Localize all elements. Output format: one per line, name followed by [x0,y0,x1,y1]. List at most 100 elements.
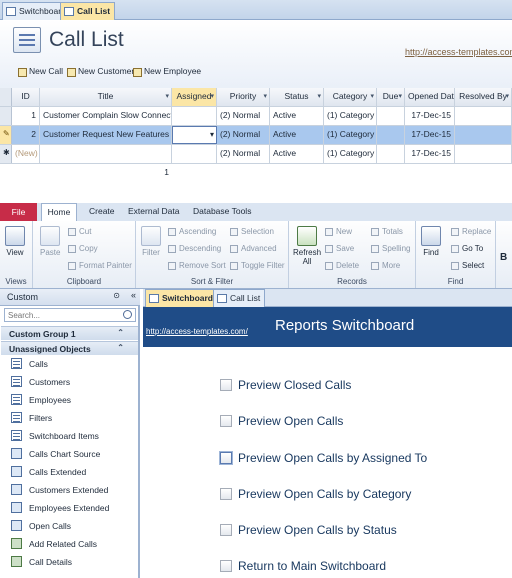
nav-item-customers[interactable]: Customers [0,373,138,391]
collapse-icon[interactable]: « [131,290,136,300]
chevron-down-icon[interactable]: ▾ [263,92,267,100]
new-record-icon[interactable]: ✱ [0,145,12,163]
column-header-id[interactable]: ID [12,88,40,106]
cell-priority[interactable]: (2) Normal [217,107,270,125]
cut-button[interactable]: Cut [68,227,91,236]
chevron-down-icon[interactable]: ▾ [210,92,214,100]
refresh-all-button[interactable]: Refresh All [293,226,321,266]
nav-item-filters[interactable]: Filters [0,409,138,427]
paste-button[interactable]: Paste [40,226,60,257]
save-button[interactable]: Save [325,244,354,253]
website-link[interactable]: http://access-templates.com/ [146,327,248,336]
search-icon[interactable] [123,310,132,319]
switchboard-item-open-calls[interactable]: Preview Open Calls [220,414,343,428]
tab-external-data[interactable]: External Data [128,206,180,216]
switchboard-item-by-status[interactable]: Preview Open Calls by Status [220,523,397,537]
nav-item-call-details[interactable]: Call Details [0,553,138,571]
column-header-assigned[interactable]: Assigned ▾ [172,88,217,106]
cell-id[interactable]: 1 [12,107,40,125]
nav-item-calls-chart-source[interactable]: Calls Chart Source [0,445,138,463]
tab-database-tools[interactable]: Database Tools [193,206,251,216]
replace-button[interactable]: Replace [451,227,491,236]
chevron-up-icon[interactable]: ⌃ [117,343,124,352]
item-button[interactable] [220,452,232,464]
item-button[interactable] [220,524,232,536]
column-header-title[interactable]: Title ▾ [40,88,172,106]
filter-button[interactable]: Filter [141,226,161,257]
cell-status[interactable]: Active [270,107,324,125]
tab-call-list[interactable]: Call List [213,289,266,307]
column-header-due[interactable]: Due ▾ [377,88,405,106]
copy-button[interactable]: Copy [68,244,98,253]
cell-title[interactable]: Customer Complain Slow Connection [40,107,172,125]
bold-button[interactable]: B [500,252,507,263]
cell-due[interactable] [377,107,405,125]
nav-item-add-related-calls[interactable]: Add Related Calls [0,535,138,553]
cell-due[interactable] [377,126,405,144]
item-button[interactable] [220,560,232,572]
chevron-down-icon[interactable]: ▾ [398,92,402,100]
column-header-category[interactable]: Category ▾ [324,88,377,106]
cell-id[interactable]: (New) [12,145,40,163]
column-header-opened[interactable]: Opened Dat [405,88,455,106]
search-input[interactable] [4,308,136,322]
item-button[interactable] [220,379,232,391]
tab-call-list[interactable]: Call List [60,2,116,21]
go-to-button[interactable]: Go To [451,244,483,253]
nav-item-calls-extended[interactable]: Calls Extended [0,463,138,481]
column-header-priority[interactable]: Priority ▾ [217,88,270,106]
chevron-down-icon[interactable]: ▾ [165,92,169,100]
nav-item-employees-extended[interactable]: Employees Extended [0,499,138,517]
cell-opened[interactable]: 17-Dec-15 [405,145,455,163]
switchboard-item-closed-calls[interactable]: Preview Closed Calls [220,378,351,392]
item-button[interactable] [220,488,232,500]
row-selector[interactable] [0,107,12,125]
column-header-status[interactable]: Status ▾ [270,88,324,106]
cell-resolved-by[interactable] [455,145,512,163]
pencil-icon[interactable]: ✎ [0,126,12,144]
cell-status[interactable]: Active [270,126,324,144]
toggle-filter-button[interactable]: Toggle Filter [230,261,285,270]
cell-title[interactable]: Customer Request New Features [40,126,172,144]
cell-opened[interactable]: 17-Dec-15 [405,126,455,144]
switchboard-item-assigned-to[interactable]: Preview Open Calls by Assigned To [220,451,427,465]
switchboard-item-by-category[interactable]: Preview Open Calls by Category [220,487,411,501]
chevron-down-icon[interactable]: ▾ [370,92,374,100]
item-button[interactable] [220,415,232,427]
more-button[interactable]: More [371,261,400,270]
new-employee-button[interactable]: New Employee [133,66,201,80]
format-painter-button[interactable]: Format Painter [68,261,132,270]
cell-category[interactable]: (1) Category [324,126,377,144]
nav-item-calls[interactable]: Calls [0,355,138,373]
chevron-down-icon[interactable]: ▾ [210,130,214,139]
remove-sort-button[interactable]: Remove Sort [168,261,226,270]
group-header-unassigned[interactable]: Unassigned Objects ⌃ [1,341,138,355]
chevron-down-icon[interactable]: ▾ [505,92,509,100]
new-record-button[interactable]: New [325,227,352,236]
cell-opened[interactable]: 17-Dec-15 [405,107,455,125]
table-row[interactable]: ✎ 2 Customer Request New Features ▾ (2) … [0,126,512,145]
cell-status[interactable]: Active [270,145,324,163]
nav-item-customers-extended[interactable]: Customers Extended [0,481,138,499]
selection-button[interactable]: Selection [230,227,274,236]
chevron-down-icon[interactable]: ⊙ [113,291,120,300]
nav-item-employees[interactable]: Employees [0,391,138,409]
tab-create[interactable]: Create [89,206,115,216]
totals-button[interactable]: Totals [371,227,403,236]
cell-resolved-by[interactable] [455,107,512,125]
cell-id[interactable]: 2 [12,126,40,144]
nav-item-open-calls[interactable]: Open Calls [0,517,138,535]
tab-home[interactable]: Home [41,203,77,222]
cell-assigned[interactable] [172,145,217,163]
delete-button[interactable]: Delete [325,261,359,270]
switchboard-item-main[interactable]: Return to Main Switchboard [220,559,386,573]
website-link[interactable]: http://access-templates.com/ [405,47,512,57]
cell-due[interactable] [377,145,405,163]
assigned-combo[interactable]: ▾ [172,126,217,144]
select-all[interactable] [0,88,12,106]
cell-category[interactable]: (1) Category [324,145,377,163]
chevron-down-icon[interactable]: ▾ [317,92,321,100]
new-customer-button[interactable]: New Customer [67,66,134,80]
new-call-button[interactable]: New Call [18,66,63,80]
select-button[interactable]: Select [451,261,484,270]
